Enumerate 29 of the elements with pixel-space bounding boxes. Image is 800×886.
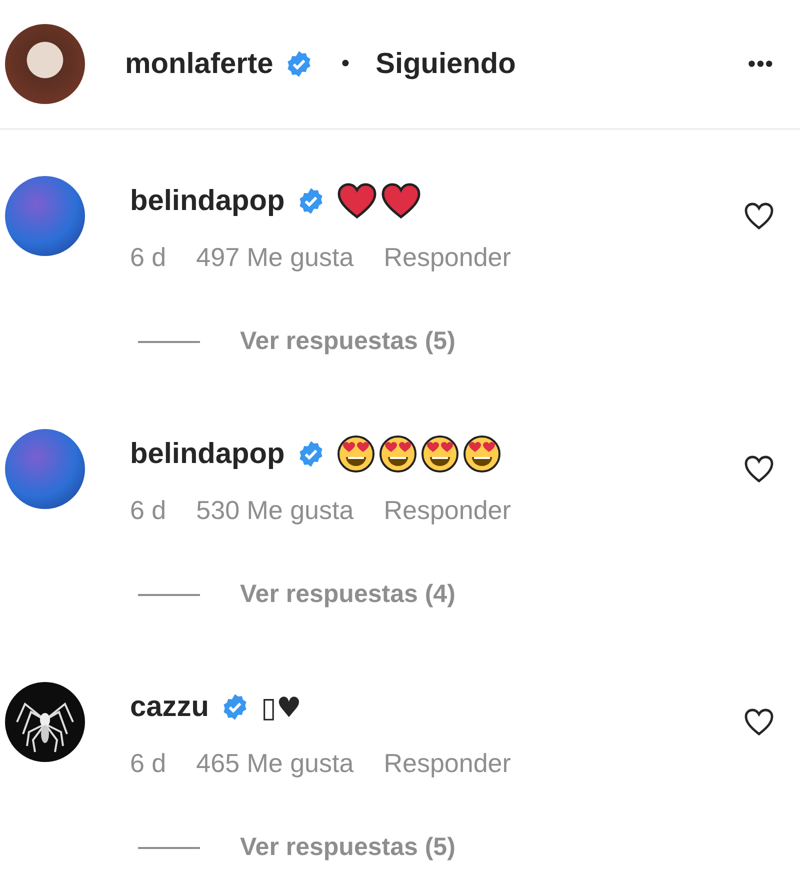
comment-username[interactable]: belindapop	[130, 438, 285, 470]
view-replies-button[interactable]: Ver respuestas (4)	[240, 580, 456, 609]
view-replies-button[interactable]: Ver respuestas (5)	[240, 833, 456, 862]
view-replies-button[interactable]: Ver respuestas (5)	[240, 327, 456, 356]
likes-count[interactable]: 465 Me gusta	[196, 748, 354, 779]
heart-eyes-emoji-icon	[420, 435, 459, 473]
comment-username[interactable]: belindapop	[130, 184, 285, 218]
follow-status[interactable]: Siguiendo	[376, 48, 516, 80]
heart-eyes-emoji-icon	[378, 435, 417, 473]
comment-text: ▯♥	[260, 690, 302, 724]
like-button[interactable]	[744, 202, 774, 230]
heart-eyes-emoji-icon	[336, 435, 375, 473]
heart-emoji-icon	[336, 183, 377, 219]
comment-age: 6 d	[130, 748, 166, 779]
likes-count[interactable]: 497 Me gusta	[196, 242, 354, 273]
reply-button[interactable]: Responder	[384, 242, 511, 273]
heart-emoji-icon	[380, 183, 421, 219]
reply-button[interactable]: Responder	[384, 748, 511, 779]
more-options-button[interactable]: •••	[748, 51, 774, 77]
comment-age: 6 d	[130, 495, 166, 526]
like-button[interactable]	[744, 708, 774, 736]
heart-eyes-emoji-icon	[462, 435, 501, 473]
likes-count[interactable]: 530 Me gusta	[196, 495, 354, 526]
separator-dot: •	[341, 50, 350, 78]
comment-age: 6 d	[130, 242, 166, 273]
reply-button[interactable]: Responder	[384, 495, 511, 526]
username[interactable]: monlaferte	[125, 48, 274, 80]
like-button[interactable]	[744, 455, 774, 483]
comment-username[interactable]: cazzu	[130, 690, 209, 724]
